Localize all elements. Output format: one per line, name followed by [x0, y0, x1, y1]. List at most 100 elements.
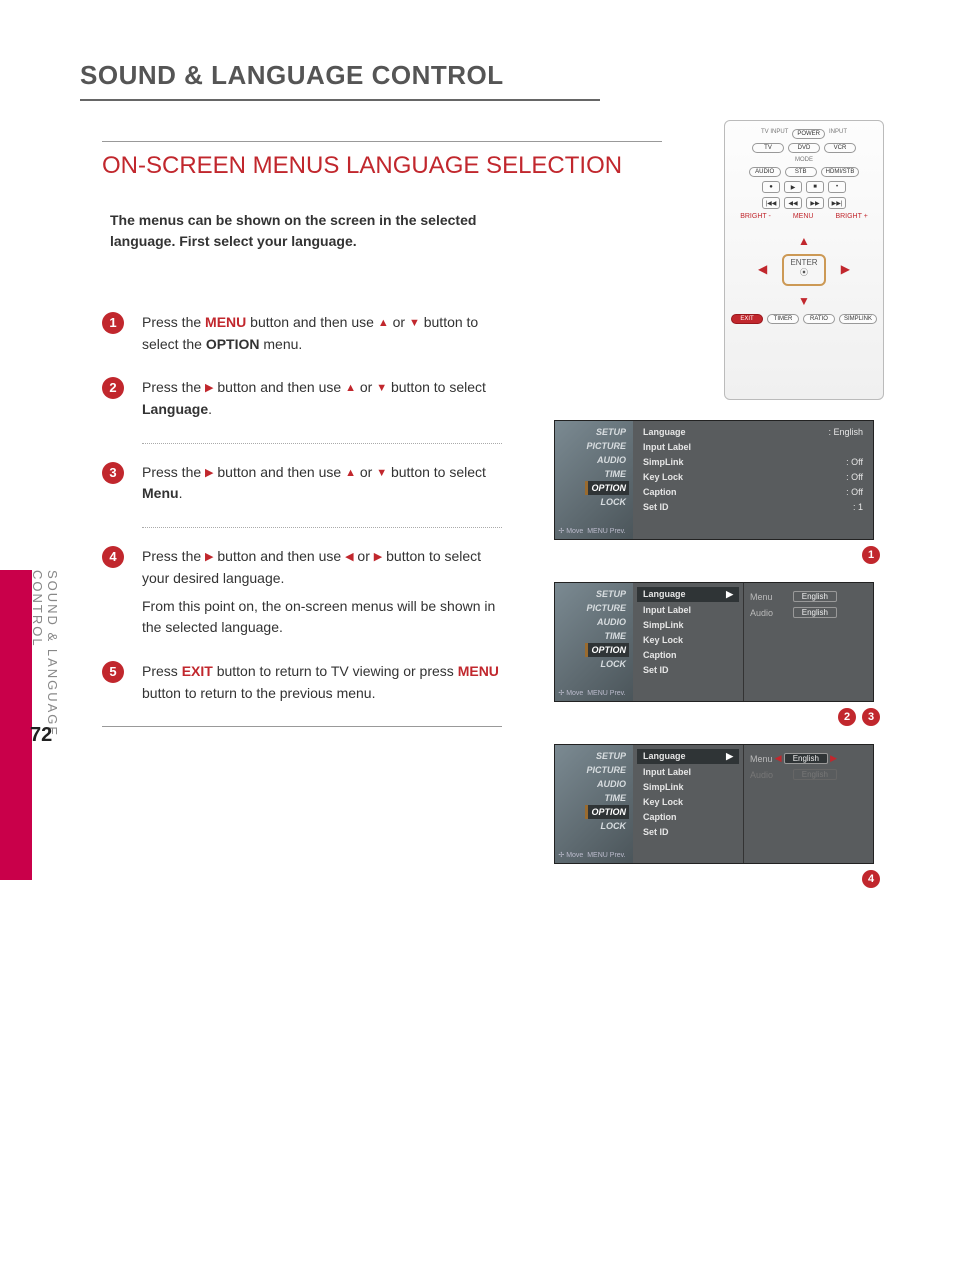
fig2-right-menu-value: English — [793, 591, 837, 602]
step1-text-a: Press the — [142, 314, 205, 330]
osd-mid-panel: Language▶ Input Label SimpLink Key Lock … — [633, 745, 743, 863]
remote-dpad: ▲ ▼ ◀ ▶ ENTER⦿ — [744, 230, 864, 310]
right-arrow-icon: ▶ — [205, 465, 213, 482]
sidebar-item-setup: SETUP — [593, 749, 629, 763]
remote-enter-label: ENTER — [790, 258, 817, 267]
sidebar-item-picture: PICTURE — [583, 601, 629, 615]
fig3-mid-caption: Caption — [643, 812, 677, 822]
step-4: 4 Press the ▶ button and then use ◀ or ▶… — [102, 546, 502, 639]
fig3-mid-setid: Set ID — [643, 827, 669, 837]
figure-ref-3: 3 — [862, 708, 880, 726]
step4-text-a: Press the — [142, 548, 205, 564]
remote-rec-icon: ● — [762, 181, 780, 193]
osd-hint-prev: MENU Prev. — [587, 690, 625, 697]
osd-sidebar: SETUP PICTURE AUDIO TIME OPTION LOCK ✢ M… — [555, 745, 633, 863]
fig1-k-language: Language — [643, 427, 686, 437]
osd-hint: ✢ Move MENU Prev. — [558, 527, 625, 535]
remote-hdmistb-button: HDMI/STB — [821, 167, 860, 177]
remote-power-button: POWER — [792, 129, 825, 139]
osd-figure-2: SETUP PICTURE AUDIO TIME OPTION LOCK ✢ M… — [554, 582, 874, 702]
left-arrow-icon: ◀ — [345, 549, 353, 566]
step-5: 5 Press EXIT button to return to TV view… — [102, 661, 502, 704]
page-number: 72 — [30, 724, 52, 747]
fig1-v-setid: : 1 — [853, 502, 863, 512]
step1-text-e: menu. — [260, 336, 303, 352]
remote-eject-icon: • — [828, 181, 846, 193]
sidebar-item-time: TIME — [602, 791, 630, 805]
osd-figure-3: SETUP PICTURE AUDIO TIME OPTION LOCK ✢ M… — [554, 744, 874, 864]
fig1-k-inputlabel: Input Label — [643, 442, 691, 452]
step1-menu-word: MENU — [205, 314, 246, 330]
step5-exit-word: EXIT — [182, 663, 213, 679]
osd-hint: ✢ Move MENU Prev. — [558, 851, 625, 859]
fig1-v-caption: : Off — [846, 487, 863, 497]
remote-vcr-button: VCR — [824, 143, 856, 153]
fig3-mid-simplink: SimpLink — [643, 782, 684, 792]
remote-right-arrow-icon: ▶ — [841, 262, 850, 276]
step3-text-d: button to select — [387, 464, 486, 480]
remote-stb-button: STB — [785, 167, 817, 177]
remote-ffwd-icon: ▶▶ — [806, 197, 824, 209]
remote-timer-button: TIMER — [767, 314, 799, 324]
fig1-v-language: : English — [828, 427, 863, 437]
right-arrow-icon: ▶ — [830, 753, 837, 764]
step5-text-c: button to return to the previous menu. — [142, 685, 375, 701]
fig2-mid-simplink: SimpLink — [643, 620, 684, 630]
remote-bright-plus-label: BRIGHT + — [835, 213, 867, 220]
step3-text-e: . — [179, 485, 183, 501]
fig2-mid-keylock: Key Lock — [643, 635, 683, 645]
step5-menu-word: MENU — [458, 663, 499, 679]
fig1-v-simplink: : Off — [846, 457, 863, 467]
osd-figure-1: SETUP PICTURE AUDIO TIME OPTION LOCK ✢ M… — [554, 420, 874, 540]
right-arrow-icon: ▶ — [205, 380, 213, 397]
fig2-mid-inputlabel: Input Label — [643, 605, 691, 615]
section-title: SOUND & LANGUAGE CONTROL — [80, 60, 600, 101]
steps-end-rule — [102, 726, 502, 727]
remote-rewind-icon: ◀◀ — [784, 197, 802, 209]
step2-text-c: or — [356, 379, 376, 395]
up-arrow-icon: ▲ — [345, 465, 356, 482]
remote-exit-button: EXIT — [731, 314, 763, 324]
separator-dots — [142, 527, 502, 528]
step4-note: From this point on, the on-screen menus … — [142, 596, 502, 639]
step-1: 1 Press the MENU button and then use ▲ o… — [102, 312, 502, 355]
sidebar-item-time: TIME — [602, 467, 630, 481]
figure-ref-1: 1 — [862, 546, 880, 564]
fig1-k-caption: Caption — [643, 487, 677, 497]
step3-text-c: or — [356, 464, 376, 480]
fig1-k-setid: Set ID — [643, 502, 669, 512]
step1-option-word: OPTION — [206, 336, 260, 352]
step-badge-4: 4 — [102, 546, 124, 568]
osd-mid-panel: Language▶ Input Label SimpLink Key Lock … — [633, 583, 743, 701]
remote-mode-label: MODE — [795, 157, 813, 163]
step3-menu-word: Menu — [142, 485, 179, 501]
fig2-right-menu-label: Menu — [750, 592, 773, 602]
fig3-right-audio-label: Audio — [750, 770, 773, 780]
step2-text-a: Press the — [142, 379, 205, 395]
osd-sidebar: SETUP PICTURE AUDIO TIME OPTION LOCK ✢ M… — [555, 421, 633, 539]
step2-language-word: Language — [142, 401, 208, 417]
fig1-k-simplink: SimpLink — [643, 457, 684, 467]
osd-hint-prev: MENU Prev. — [587, 528, 625, 535]
remote-menu-label: MENU — [793, 213, 814, 220]
sidebar-item-time: TIME — [602, 629, 630, 643]
osd-sidebar: SETUP PICTURE AUDIO TIME OPTION LOCK ✢ M… — [555, 583, 633, 701]
fig3-mid-keylock: Key Lock — [643, 797, 683, 807]
remote-label-tvinput: TV INPUT — [761, 129, 788, 139]
step-badge-2: 2 — [102, 377, 124, 399]
fig3-right-audio-value: English — [793, 769, 837, 780]
sidebar-item-lock: LOCK — [598, 495, 630, 509]
fig3-right-menu-value: English — [784, 753, 828, 764]
remote-left-arrow-icon: ◀ — [758, 262, 767, 276]
figure-ref-2: 2 — [838, 708, 856, 726]
right-arrow-icon: ▶ — [726, 589, 733, 600]
sidebar-item-option: OPTION — [585, 805, 629, 819]
step-badge-3: 3 — [102, 462, 124, 484]
sidebar-item-audio: AUDIO — [594, 777, 629, 791]
osd-hint-prev: MENU Prev. — [587, 852, 625, 859]
sidebar-item-audio: AUDIO — [594, 615, 629, 629]
sidebar-item-option: OPTION — [585, 643, 629, 657]
remote-play-icon: ▶ — [784, 181, 802, 193]
step-3: 3 Press the ▶ button and then use ▲ or ▼… — [102, 462, 502, 505]
fig2-mid-setid: Set ID — [643, 665, 669, 675]
